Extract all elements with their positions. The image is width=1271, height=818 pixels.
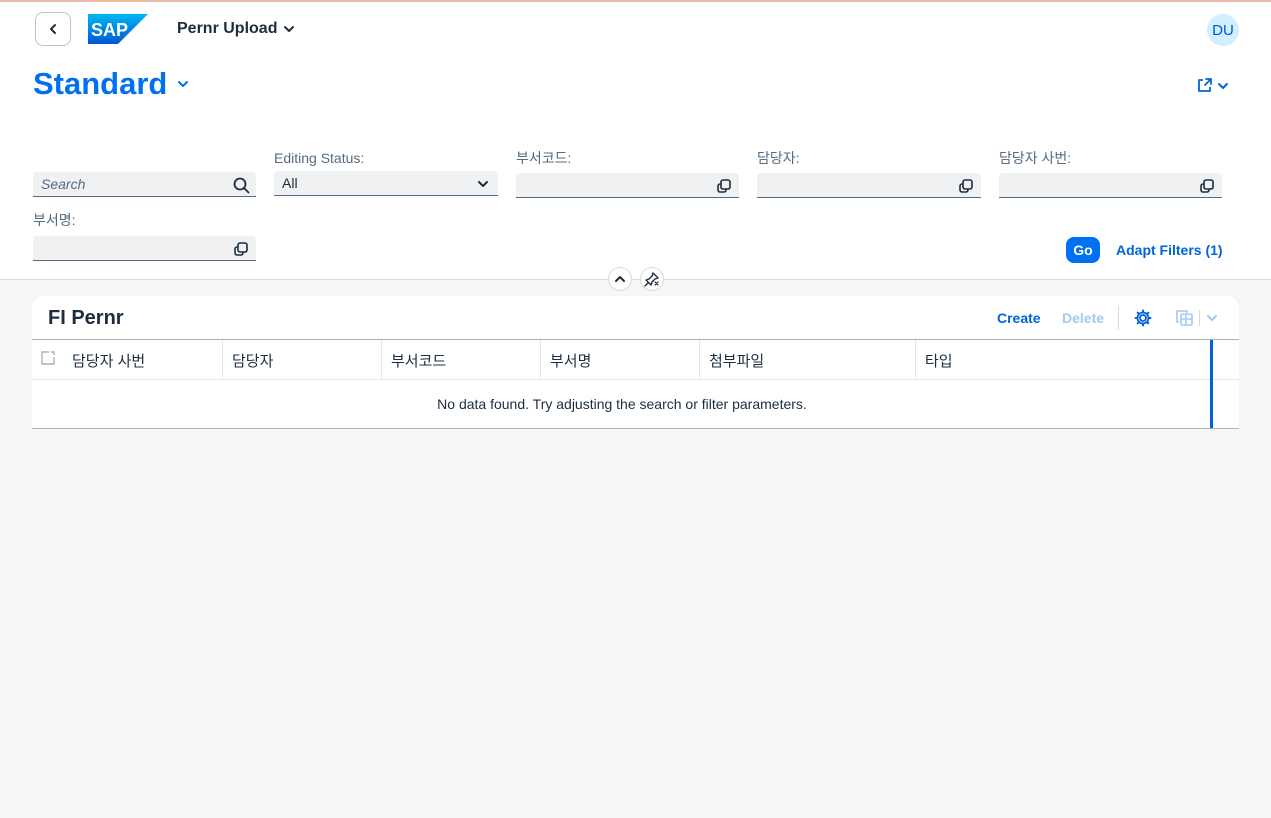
export-button[interactable] (1175, 309, 1218, 327)
variant-name: Standard (33, 66, 168, 101)
dept-name-label: 부서명: (33, 212, 76, 228)
select-all-checkbox[interactable] (40, 350, 56, 371)
column-header-dept-code[interactable]: 부서코드 (382, 340, 541, 380)
editing-status-select[interactable]: All (274, 171, 498, 196)
collapse-header-button[interactable] (608, 267, 632, 291)
search-input[interactable] (41, 176, 248, 192)
column-header-type[interactable]: 타입 (916, 340, 1210, 380)
dept-name-filter: 부서명: (33, 211, 256, 261)
chevron-down-icon (474, 175, 492, 193)
export-spreadsheet-icon (1176, 310, 1193, 326)
column-header-dept-name[interactable]: 부서명 (541, 340, 700, 380)
variant-selector[interactable]: Standard (33, 66, 189, 102)
manager-filter: 담당자: (757, 149, 981, 198)
manager-empno-label: 담당자 사번: (999, 150, 1072, 166)
dept-code-input[interactable] (524, 177, 731, 193)
editing-status-filter: Editing Status: All (274, 149, 498, 196)
app-title: Pernr Upload (177, 20, 278, 37)
share-button[interactable] (1196, 77, 1229, 94)
search-filter (33, 172, 256, 197)
manager-input[interactable] (765, 177, 973, 193)
value-help-icon[interactable] (1198, 177, 1216, 195)
chevron-down-icon (1218, 82, 1228, 89)
dept-name-field[interactable] (33, 236, 256, 261)
pin-header-button[interactable] (640, 267, 664, 291)
back-button[interactable] (35, 12, 71, 46)
create-button[interactable]: Create (997, 310, 1041, 326)
sap-logo-text: SAP (91, 20, 128, 40)
manager-empno-filter: 담당자 사번: (999, 149, 1222, 198)
app-title-menu[interactable]: Pernr Upload (177, 20, 295, 38)
editing-status-value: All (282, 175, 298, 191)
chevron-left-icon (50, 24, 56, 34)
manager-empno-field[interactable] (999, 173, 1222, 198)
column-resize-indicator[interactable] (1210, 340, 1213, 429)
column-header-manager[interactable]: 담당자 (223, 340, 382, 380)
table-bottom-border (32, 428, 1239, 429)
user-avatar[interactable]: DU (1207, 14, 1239, 46)
share-icon (1198, 78, 1212, 92)
table-card: FI Pernr Create Delete 담당자 사번 담당자 부서코드 부… (32, 296, 1239, 429)
column-header-attachment[interactable]: 첨부파일 (700, 340, 916, 380)
chevron-down-icon (178, 81, 189, 87)
table-header-row: 담당자 사번 담당자 부서코드 부서명 첨부파일 타입 (32, 339, 1239, 380)
delete-button[interactable]: Delete (1062, 310, 1104, 326)
search-field[interactable] (33, 172, 256, 197)
chevron-down-icon (284, 26, 295, 32)
value-help-icon[interactable] (232, 240, 250, 258)
column-header-manager-empno[interactable]: 담당자 사번 (63, 340, 223, 380)
toolbar-separator (1118, 306, 1119, 330)
chevron-up-icon (615, 276, 625, 282)
page-header: SAP Pernr Upload DU Standard Editing Sta… (0, 2, 1271, 280)
table-title: FI Pernr (48, 307, 124, 329)
unpin-icon (644, 272, 659, 287)
sap-logo-icon: SAP (88, 14, 148, 44)
sap-logo[interactable]: SAP (88, 14, 148, 44)
settings-button[interactable] (1134, 309, 1152, 332)
editing-status-label: Editing Status: (274, 150, 365, 166)
gear-icon (1134, 309, 1152, 327)
select-all-icon (41, 351, 55, 365)
dept-name-input[interactable] (41, 240, 248, 256)
search-icon[interactable] (232, 176, 250, 194)
value-help-icon[interactable] (715, 177, 733, 195)
value-help-icon[interactable] (957, 177, 975, 195)
go-button[interactable]: Go (1066, 237, 1100, 263)
adapt-filters-button[interactable]: Adapt Filters (1) (1116, 242, 1223, 258)
dept-code-filter: 부서코드: (516, 149, 739, 198)
split-separator (1199, 310, 1200, 326)
manager-field[interactable] (757, 173, 981, 198)
dept-code-label: 부서코드: (516, 150, 572, 166)
manager-label: 담당자: (757, 150, 800, 166)
chevron-down-icon (1207, 315, 1217, 321)
no-data-message: No data found. Try adjusting the search … (437, 396, 807, 412)
manager-empno-input[interactable] (1007, 177, 1214, 193)
dept-code-field[interactable] (516, 173, 739, 198)
